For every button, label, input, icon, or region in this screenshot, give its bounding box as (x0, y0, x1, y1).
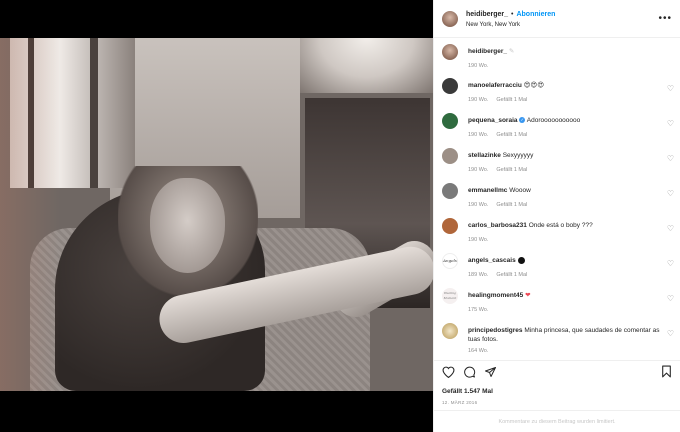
comment-time: 190 Wo. (468, 237, 489, 243)
heart-icon[interactable]: ♡ (667, 119, 674, 128)
avatar[interactable] (442, 44, 458, 60)
avatar[interactable] (442, 218, 458, 234)
location-link[interactable]: New York, New York (466, 20, 658, 30)
author-username[interactable]: heidiberger_ (466, 11, 508, 18)
list-item: carlos_barbosa231 Onde está o boby ??? 1… (442, 218, 674, 243)
list-item: stellazinke Sexyyyyyy 190 Wo. Gefällt 1 M… (442, 148, 674, 173)
bookmark-icon[interactable] (661, 365, 672, 383)
likes-count[interactable]: Gefällt 1.547 Mal (442, 388, 672, 395)
avatar[interactable] (442, 113, 458, 129)
heart-icon[interactable]: ♡ (667, 189, 674, 198)
caption-time: 190 Wo. (468, 63, 489, 69)
comment-username[interactable]: manoelaferracciu (468, 82, 522, 89)
heart-icon[interactable]: ♡ (667, 154, 674, 163)
comment-likes[interactable]: Gefällt 1 Mal (496, 202, 527, 208)
like-heart-icon[interactable] (442, 365, 455, 383)
comment-username[interactable]: pequena_soraia (468, 117, 518, 124)
heart-icon[interactable]: ♡ (667, 84, 674, 93)
comment-time: 189 Wo. (468, 272, 489, 278)
comment-text: Wooow (509, 187, 531, 194)
avatar[interactable] (442, 78, 458, 94)
follow-button[interactable]: Abonnieren (516, 11, 555, 18)
post-actions: Gefällt 1.547 Mal 12. MÄRZ 2016 (434, 360, 680, 405)
comment-username[interactable]: healingmoment45 (468, 292, 523, 299)
comment-username[interactable]: carlos_barbosa231 (468, 222, 527, 229)
comment-username[interactable]: angels_cascais (468, 257, 516, 264)
comment-time: 164 Wo. (468, 348, 489, 354)
avatar[interactable] (442, 10, 458, 27)
comments-limited-notice: Kommentare zu diesem Beitrag wurden limi… (434, 410, 680, 432)
comment-username[interactable]: stellazinke (468, 152, 501, 159)
comment-likes[interactable]: Gefällt 1 Mal (496, 167, 527, 173)
comment-username[interactable]: principedostigres (468, 327, 523, 334)
avatar[interactable]: Healing Moment (442, 288, 458, 304)
comment-username[interactable]: emmanellmc (468, 187, 507, 194)
comment-time: 190 Wo. (468, 97, 489, 103)
comment-time: 175 Wo. (468, 307, 489, 313)
list-item: manoelaferracciu 😍😍😍 190 Wo. Gefällt 1 Ma… (442, 78, 674, 103)
post-date: 12. MÄRZ 2016 (442, 400, 478, 405)
caption: heidiberger_ ✎ 190 Wo. (442, 44, 674, 69)
comment-time: 190 Wo. (468, 132, 489, 138)
list-item: Angels angels_cascais 189 Wo. Gefällt 1 M… (442, 253, 674, 278)
edited-icon: ✎ (508, 48, 515, 55)
comment-text: Sexyyyyyy (502, 152, 534, 159)
post-photo[interactable] (0, 38, 433, 391)
list-item: principedostigres Minha princesa, que sa… (442, 323, 674, 354)
black-circle-emoji (517, 256, 525, 264)
comment-likes[interactable]: Gefällt 1 Mal (496, 132, 527, 138)
post-viewer: heidiberger_ • Abonnieren New York, New Yo… (0, 0, 680, 432)
comment-text: Adorooooooooooo (526, 117, 581, 124)
comment-text: ❤ (525, 291, 531, 299)
comment-text: Onde está o boby ??? (528, 222, 593, 229)
comments-list[interactable]: heidiberger_ ✎ 190 Wo. manoelaferracciu … (434, 38, 680, 360)
verified-icon: ✓ (519, 117, 526, 124)
comment-likes[interactable]: Gefällt 1 Mal (496, 272, 527, 278)
comment-bubble-icon[interactable] (463, 365, 476, 383)
avatar[interactable] (442, 183, 458, 199)
heart-icon[interactable]: ♡ (667, 224, 674, 233)
avatar[interactable]: Angels (442, 253, 458, 269)
list-item: emmanellmc Wooow 190 Wo. Gefällt 1 Mal ♡ (442, 183, 674, 208)
heart-icon[interactable]: ♡ (667, 329, 674, 338)
list-item: pequena_soraia ✓ Adorooooooooooo 190 Wo.… (442, 113, 674, 138)
avatar[interactable] (442, 323, 458, 339)
avatar[interactable] (442, 148, 458, 164)
heart-icon[interactable]: ♡ (667, 259, 674, 268)
heart-icon[interactable]: ♡ (667, 294, 674, 303)
comment-text: 😍😍😍 (523, 81, 544, 89)
share-icon[interactable] (484, 365, 497, 383)
list-item: Healing Moment healingmoment45 ❤ 175 Wo. … (442, 288, 674, 313)
comment-time: 190 Wo. (468, 202, 489, 208)
more-dots-icon[interactable]: ••• (658, 13, 672, 24)
caption-username[interactable]: heidiberger_ (468, 48, 507, 55)
post-header: heidiberger_ • Abonnieren New York, New Yo… (434, 0, 680, 38)
post-sidebar: heidiberger_ • Abonnieren New York, New Yo… (433, 0, 680, 432)
comment-time: 190 Wo. (468, 167, 489, 173)
comment-likes[interactable]: Gefällt 1 Mal (496, 97, 527, 103)
